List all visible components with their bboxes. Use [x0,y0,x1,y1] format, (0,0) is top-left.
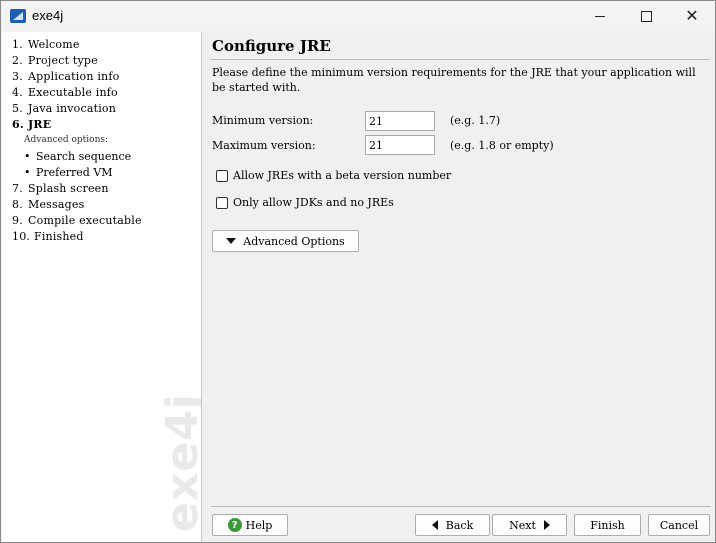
step-welcome[interactable]: 1. Welcome [12,38,80,51]
advanced-options-label: Advanced options: [24,135,109,145]
substep-label: Preferred VM [36,166,113,179]
cancel-button[interactable]: Cancel [648,514,710,536]
only-jdk-label: Only allow JDKs and no JREs [233,196,394,209]
title-divider [210,59,710,60]
only-jdk-checkbox-row[interactable]: Only allow JDKs and no JREs [216,196,394,209]
finish-button[interactable]: Finish [574,514,641,536]
arrow-right-icon [543,520,550,530]
maximum-version-hint: (e.g. 1.8 or empty) [450,139,554,152]
step-label: Java invocation [28,102,117,115]
step-splash-screen[interactable]: 7. Splash screen [12,182,109,195]
step-label: Executable info [28,86,118,99]
page-title: Configure JRE [212,37,331,55]
allow-beta-jre-checkbox-row[interactable]: Allow JREs with a beta version number [216,169,451,182]
chevron-down-icon [226,238,237,244]
advanced-options-button[interactable]: Advanced Options [212,230,359,252]
step-label: Application info [28,70,120,83]
allow-beta-jre-label: Allow JREs with a beta version number [233,169,452,182]
footer-divider [211,506,711,507]
step-label: Project type [28,54,98,67]
step-application-info[interactable]: 3. Application info [12,70,119,83]
minimum-version-input[interactable] [365,111,435,131]
maximize-icon [640,10,652,22]
window-title: exe4j [32,8,64,23]
step-project-type[interactable]: 2. Project type [12,54,98,67]
main-panel: Configure JRE Please define the minimum … [202,32,715,542]
step-messages[interactable]: 8. Messages [12,198,84,211]
app-icon [10,9,26,23]
substep-search-sequence[interactable]: • Search sequence [24,150,131,163]
step-label: JRE [28,118,52,131]
arrow-left-icon [431,520,438,530]
minimize-icon [595,15,605,17]
next-button[interactable]: Next [492,514,567,536]
only-jdk-checkbox[interactable] [216,196,228,209]
step-java-invocation[interactable]: 5. Java invocation [12,102,116,115]
minimum-version-hint: (e.g. 1.7) [450,114,501,127]
back-button[interactable]: Back [415,514,490,536]
step-label: Messages [28,198,85,211]
substep-label: Search sequence [36,150,132,163]
step-label: Welcome [28,38,80,51]
step-label: Splash screen [28,182,109,195]
page-description: Please define the minimum version requir… [212,66,696,94]
maximum-version-label: Maximum version: [212,139,316,152]
allow-beta-jre-checkbox[interactable] [216,169,228,182]
minimum-version-label: Minimum version: [212,114,314,127]
minimize-button[interactable] [577,1,623,31]
help-icon: ? [227,518,242,532]
maximize-button[interactable] [623,1,669,31]
step-compile-executable[interactable]: 9. Compile executable [12,214,142,227]
maximum-version-input[interactable] [365,135,435,155]
step-label: Compile executable [28,214,142,227]
wizard-steps-sidebar: 1. Welcome 2. Project type 3. Application i… [2,32,202,542]
step-label: Finished [34,230,84,243]
step-executable-info[interactable]: 4. Executable info [12,86,118,99]
help-button[interactable]: ? Help [212,514,288,536]
close-icon: ✕ [685,6,699,25]
exe4j-wizard-window: exe4j ✕ 1. Welcome 2. Project type 3. Appli… [0,0,716,543]
step-finished[interactable]: 10. Finished [12,230,84,243]
substep-preferred-vm[interactable]: • Preferred VM [24,166,113,179]
title-bar: exe4j ✕ [1,1,715,31]
step-jre[interactable]: 6. JRE [12,118,51,131]
close-button[interactable]: ✕ [669,1,715,31]
exe4j-watermark-logo: exe4j [157,393,202,532]
